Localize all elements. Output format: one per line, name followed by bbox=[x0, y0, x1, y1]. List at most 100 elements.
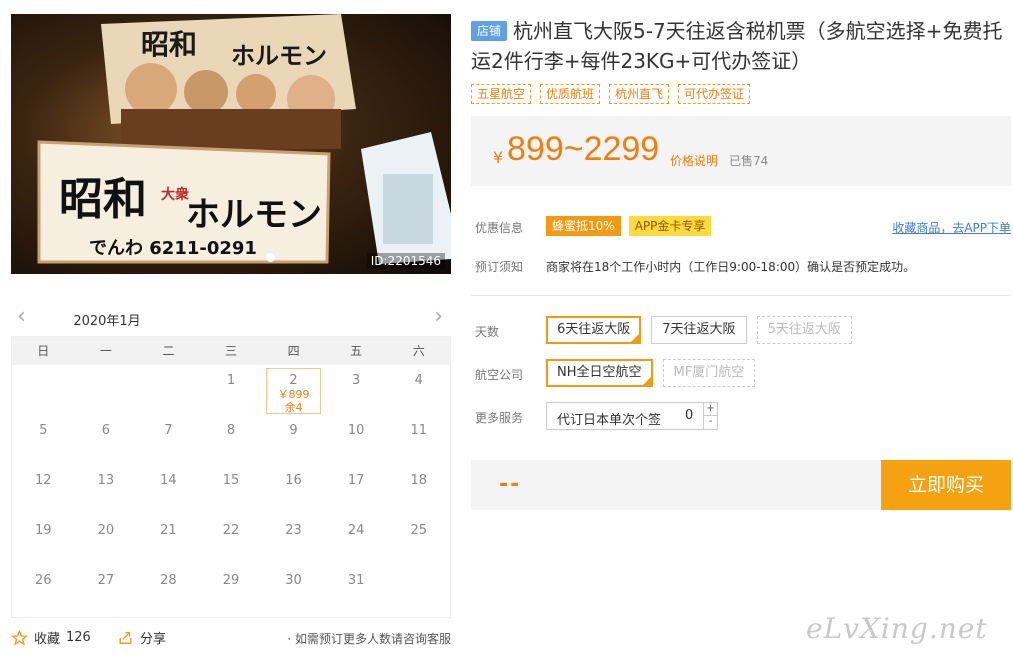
product-photo[interactable]: 昭和 ホルモン 昭和 大衆 ホルモン でんわ 6211-0291 ID:2201… bbox=[11, 14, 451, 274]
calendar-day-21: 21 bbox=[160, 523, 177, 538]
watermark: eLvXing.net bbox=[806, 612, 988, 645]
sign-upper-kana: ホルモン bbox=[231, 42, 327, 70]
tag-item: 杭州直飞 bbox=[609, 84, 670, 104]
share-button[interactable]: 分享 bbox=[117, 628, 166, 647]
calendar-grid: 1 2 ￥899 余4 3 4 5 6 7 8 9 10 11 12 13 14… bbox=[12, 365, 450, 615]
calendar-day-3: 3 bbox=[351, 373, 361, 388]
buy-now-button[interactable]: 立即购买 bbox=[881, 460, 1011, 510]
booking-notice-label: 预订须知 bbox=[475, 260, 524, 274]
calendar-day-23: 23 bbox=[285, 523, 302, 538]
service-label: 更多服务 bbox=[475, 411, 524, 425]
bottom-actions: 收藏 126 分享 · 如需预订更多人数请咨询客服 bbox=[11, 628, 451, 648]
calendar-day-20: 20 bbox=[97, 523, 115, 538]
option-7-days[interactable]: 7天往返大阪 bbox=[651, 316, 747, 344]
calendar-empty-cell bbox=[75, 365, 138, 415]
calendar-day-available[interactable]: 2 ￥899 余4 bbox=[266, 368, 321, 414]
weekday-tue: 二 bbox=[162, 344, 175, 358]
price-explain-link[interactable]: 价格说明 bbox=[670, 152, 718, 169]
price-range: 899~2299 bbox=[507, 130, 660, 168]
calendar-weekday-header: 日 一 二 三 四 五 六 bbox=[12, 337, 450, 365]
calendar-day-14: 14 bbox=[160, 473, 177, 488]
favorite-label: 收藏 bbox=[34, 632, 61, 647]
calendar-day-25: 25 bbox=[410, 523, 427, 538]
sign-lower-small: 大衆 bbox=[161, 186, 189, 203]
weekday-mon: 一 bbox=[99, 344, 112, 358]
calendar-day-24: 24 bbox=[347, 523, 365, 538]
available-day-stock: 余4 bbox=[284, 401, 303, 414]
calendar-day-30: 30 bbox=[285, 573, 302, 588]
calendar-day-11: 11 bbox=[410, 423, 427, 438]
option-5-days[interactable]: 5天往返大阪 bbox=[756, 316, 852, 344]
favorite-count: 126 bbox=[66, 630, 91, 645]
calendar-day-1: 1 bbox=[226, 373, 236, 388]
sign-lower-main: 昭和 bbox=[59, 174, 147, 225]
calendar-day-8: 8 bbox=[226, 423, 236, 438]
calendar-day-19: 19 bbox=[35, 523, 52, 538]
calendar-day-10: 10 bbox=[347, 423, 365, 438]
calendar-empty-cell bbox=[137, 365, 200, 415]
calendar-day-15: 15 bbox=[222, 473, 240, 488]
share-label: 分享 bbox=[140, 632, 167, 647]
booking-notice-text: 商家将在18个工作小时内（工作日9:00-18:00）确认是否预定成功。 bbox=[546, 260, 916, 274]
app-gold-card-badge: APP金卡专享 bbox=[628, 216, 712, 236]
airline-label: 航空公司 bbox=[475, 368, 524, 382]
available-day-price: ￥899 bbox=[277, 388, 310, 401]
calendar-day-22: 22 bbox=[222, 523, 240, 538]
buy-bar: -- 立即购买 bbox=[471, 460, 1011, 510]
promo-label: 优惠信息 bbox=[475, 221, 524, 235]
tag-item: 五星航空 bbox=[471, 84, 532, 104]
product-tags: 五星航空 优质航班 杭州直飞 可代办签证 bbox=[471, 84, 751, 104]
weekday-sun: 日 bbox=[37, 344, 50, 358]
airline-options: NH全日空航空 MF厦门航空 bbox=[546, 359, 756, 387]
option-6-days[interactable]: 6天往返大阪 bbox=[546, 316, 642, 344]
sign-lower-kana: ホルモン bbox=[186, 195, 322, 235]
service-row: 更多服务 代订日本单次个签 0 + - bbox=[471, 402, 1011, 432]
option-nh-airline[interactable]: NH全日空航空 bbox=[546, 359, 653, 387]
sign-phone: でんわ 6211-0291 bbox=[89, 238, 257, 259]
promo-badges: 蜂蜜抵10% APP金卡专享 bbox=[546, 216, 712, 236]
calendar-day-16: 16 bbox=[285, 473, 302, 488]
weekday-fri: 五 bbox=[350, 344, 363, 358]
shop-badge[interactable]: 店铺 bbox=[471, 21, 508, 41]
calendar-day-13: 13 bbox=[97, 473, 115, 488]
calendar-day-17: 17 bbox=[347, 473, 365, 488]
airline-row: 航空公司 NH全日空航空 MF厦门航空 bbox=[471, 359, 1011, 389]
days-row: 天数 6天往返大阪 7天往返大阪 5天往返大阪 bbox=[471, 316, 1011, 346]
star-icon bbox=[11, 629, 28, 645]
calendar-day-29: 29 bbox=[222, 573, 240, 588]
photo-id: ID:2201546 bbox=[366, 253, 445, 269]
price-box: ¥ 899~2299 价格说明 已售74 bbox=[471, 116, 1011, 186]
calendar-day-27: 27 bbox=[97, 573, 115, 588]
favorite-button[interactable]: 收藏 126 bbox=[11, 628, 91, 647]
increment-button[interactable]: + bbox=[703, 403, 717, 416]
service-quantity[interactable]: 0 bbox=[685, 408, 693, 423]
calendar-day-5: 5 bbox=[39, 423, 48, 438]
sold-count: 已售74 bbox=[729, 154, 769, 168]
divider bbox=[471, 295, 1011, 296]
product-title: 杭州直飞大阪5-7天往返含税机票（多航空选择+免费托运2件行李+每件23KG+可… bbox=[471, 19, 1003, 73]
prev-month-icon[interactable]: ‹ bbox=[17, 304, 26, 329]
product-title-block: 店铺 杭州直飞大阪5-7天往返含税机票（多航空选择+免费托运2件行李+每件23KG… bbox=[471, 16, 1011, 76]
decrement-button[interactable]: - bbox=[703, 416, 717, 429]
calendar-day-12: 12 bbox=[35, 473, 52, 488]
calendar-day-6: 6 bbox=[101, 423, 110, 438]
tag-item: 可代办签证 bbox=[678, 84, 751, 104]
price-currency: ¥ bbox=[493, 148, 504, 167]
days-options: 6天往返大阪 7天往返大阪 5天往返大阪 bbox=[546, 316, 852, 344]
sign-upper-main: 昭和 bbox=[141, 28, 197, 61]
weekday-sat: 六 bbox=[412, 344, 425, 358]
calendar-day-18: 18 bbox=[410, 473, 427, 488]
honey-discount-badge: 蜂蜜抵10% bbox=[546, 216, 621, 236]
calendar: 日 一 二 三 四 五 六 1 2 ￥899 余4 3 4 5 6 7 8 9 … bbox=[11, 336, 451, 618]
available-day-number: 2 bbox=[289, 373, 298, 388]
weekday-thu: 四 bbox=[287, 344, 300, 358]
calendar-nav: ‹ 2020年1月 › bbox=[11, 296, 451, 340]
tag-item: 优质航班 bbox=[540, 84, 601, 104]
share-icon bbox=[119, 631, 132, 644]
option-mf-airline[interactable]: MF厦门航空 bbox=[662, 359, 756, 387]
calendar-day-9: 9 bbox=[289, 423, 298, 438]
photo-illustration: 昭和 ホルモン 昭和 大衆 ホルモン でんわ 6211-0291 bbox=[37, 14, 451, 264]
carousel-dot[interactable] bbox=[266, 253, 275, 262]
next-month-icon[interactable]: › bbox=[434, 304, 443, 329]
go-app-link[interactable]: 收藏商品，去APP下单 bbox=[892, 219, 1011, 236]
